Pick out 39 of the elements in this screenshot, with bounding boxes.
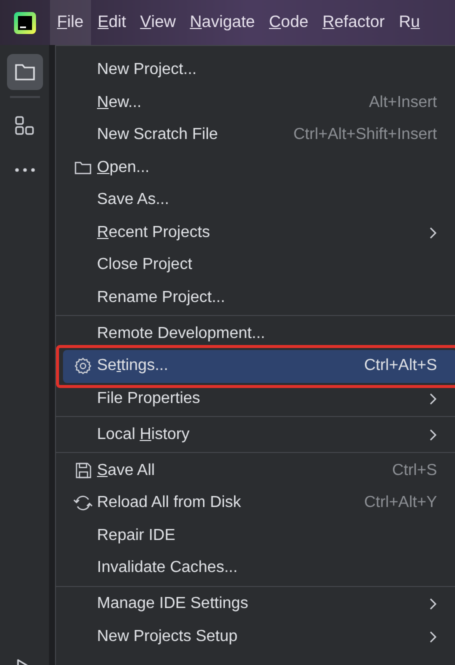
app-logo-icon [13, 10, 37, 34]
menu-item[interactable]: Remote Development... [63, 318, 455, 350]
menu-bar-item[interactable]: Edit [90, 0, 134, 45]
menu-bar-item[interactable]: View [133, 0, 183, 45]
menu-item[interactable]: File Properties [63, 382, 455, 415]
menu-bar-item[interactable]: Navigate [182, 0, 262, 45]
menu-item[interactable]: New Scratch File Ctrl+Alt+Shift+Insert [63, 119, 455, 152]
menu-item[interactable]: Reload All from Disk Ctrl+Alt+Y [63, 487, 455, 520]
menu-item[interactable]: New Project... [63, 54, 455, 86]
save-icon [74, 462, 92, 480]
menu-item[interactable]: Close Project [63, 249, 455, 282]
shortcut-label: Ctrl+Alt+Shift+Insert [293, 126, 437, 144]
menu-item[interactable]: Recent Projects [63, 216, 455, 249]
menu-item[interactable]: New... Alt+Insert [63, 86, 455, 119]
folder-icon [74, 160, 92, 176]
shortcut-label: Ctrl+Alt+S [364, 357, 437, 376]
menu-bar-item[interactable]: Code [262, 0, 316, 45]
menu-item[interactable]: Open... [63, 152, 455, 184]
menu-bar-item[interactable]: File [50, 0, 91, 45]
folder-icon [14, 62, 36, 82]
menu-item[interactable]: Manage IDE Settings [63, 588, 455, 620]
menu-item[interactable]: Invalidate Caches... [63, 552, 455, 584]
shortcut-label: Ctrl+S [392, 462, 437, 480]
menu-item[interactable]: Settings... Ctrl+Alt+S [63, 350, 455, 382]
menu-item[interactable]: New Projects Setup [63, 620, 455, 653]
structure-icon [14, 115, 36, 137]
menu-item[interactable]: Save All Ctrl+S [63, 454, 455, 487]
more-icon [14, 167, 36, 173]
toolbar-button[interactable] [6, 54, 42, 90]
shortcut-label: Ctrl+Alt+Y [364, 494, 437, 512]
menu-item[interactable]: Local History [63, 418, 455, 451]
menu-item[interactable]: Save As... [63, 184, 455, 216]
reload-icon [73, 494, 93, 512]
menu-item[interactable]: Rename Project... [63, 282, 455, 314]
menu-bar-item[interactable]: Ru [392, 0, 427, 45]
menu-item[interactable]: Repair IDE [63, 520, 455, 552]
menu-bar-item[interactable]: Refactor [315, 0, 392, 45]
shortcut-label: Alt+Insert [368, 94, 437, 112]
settings-icon [74, 357, 92, 376]
